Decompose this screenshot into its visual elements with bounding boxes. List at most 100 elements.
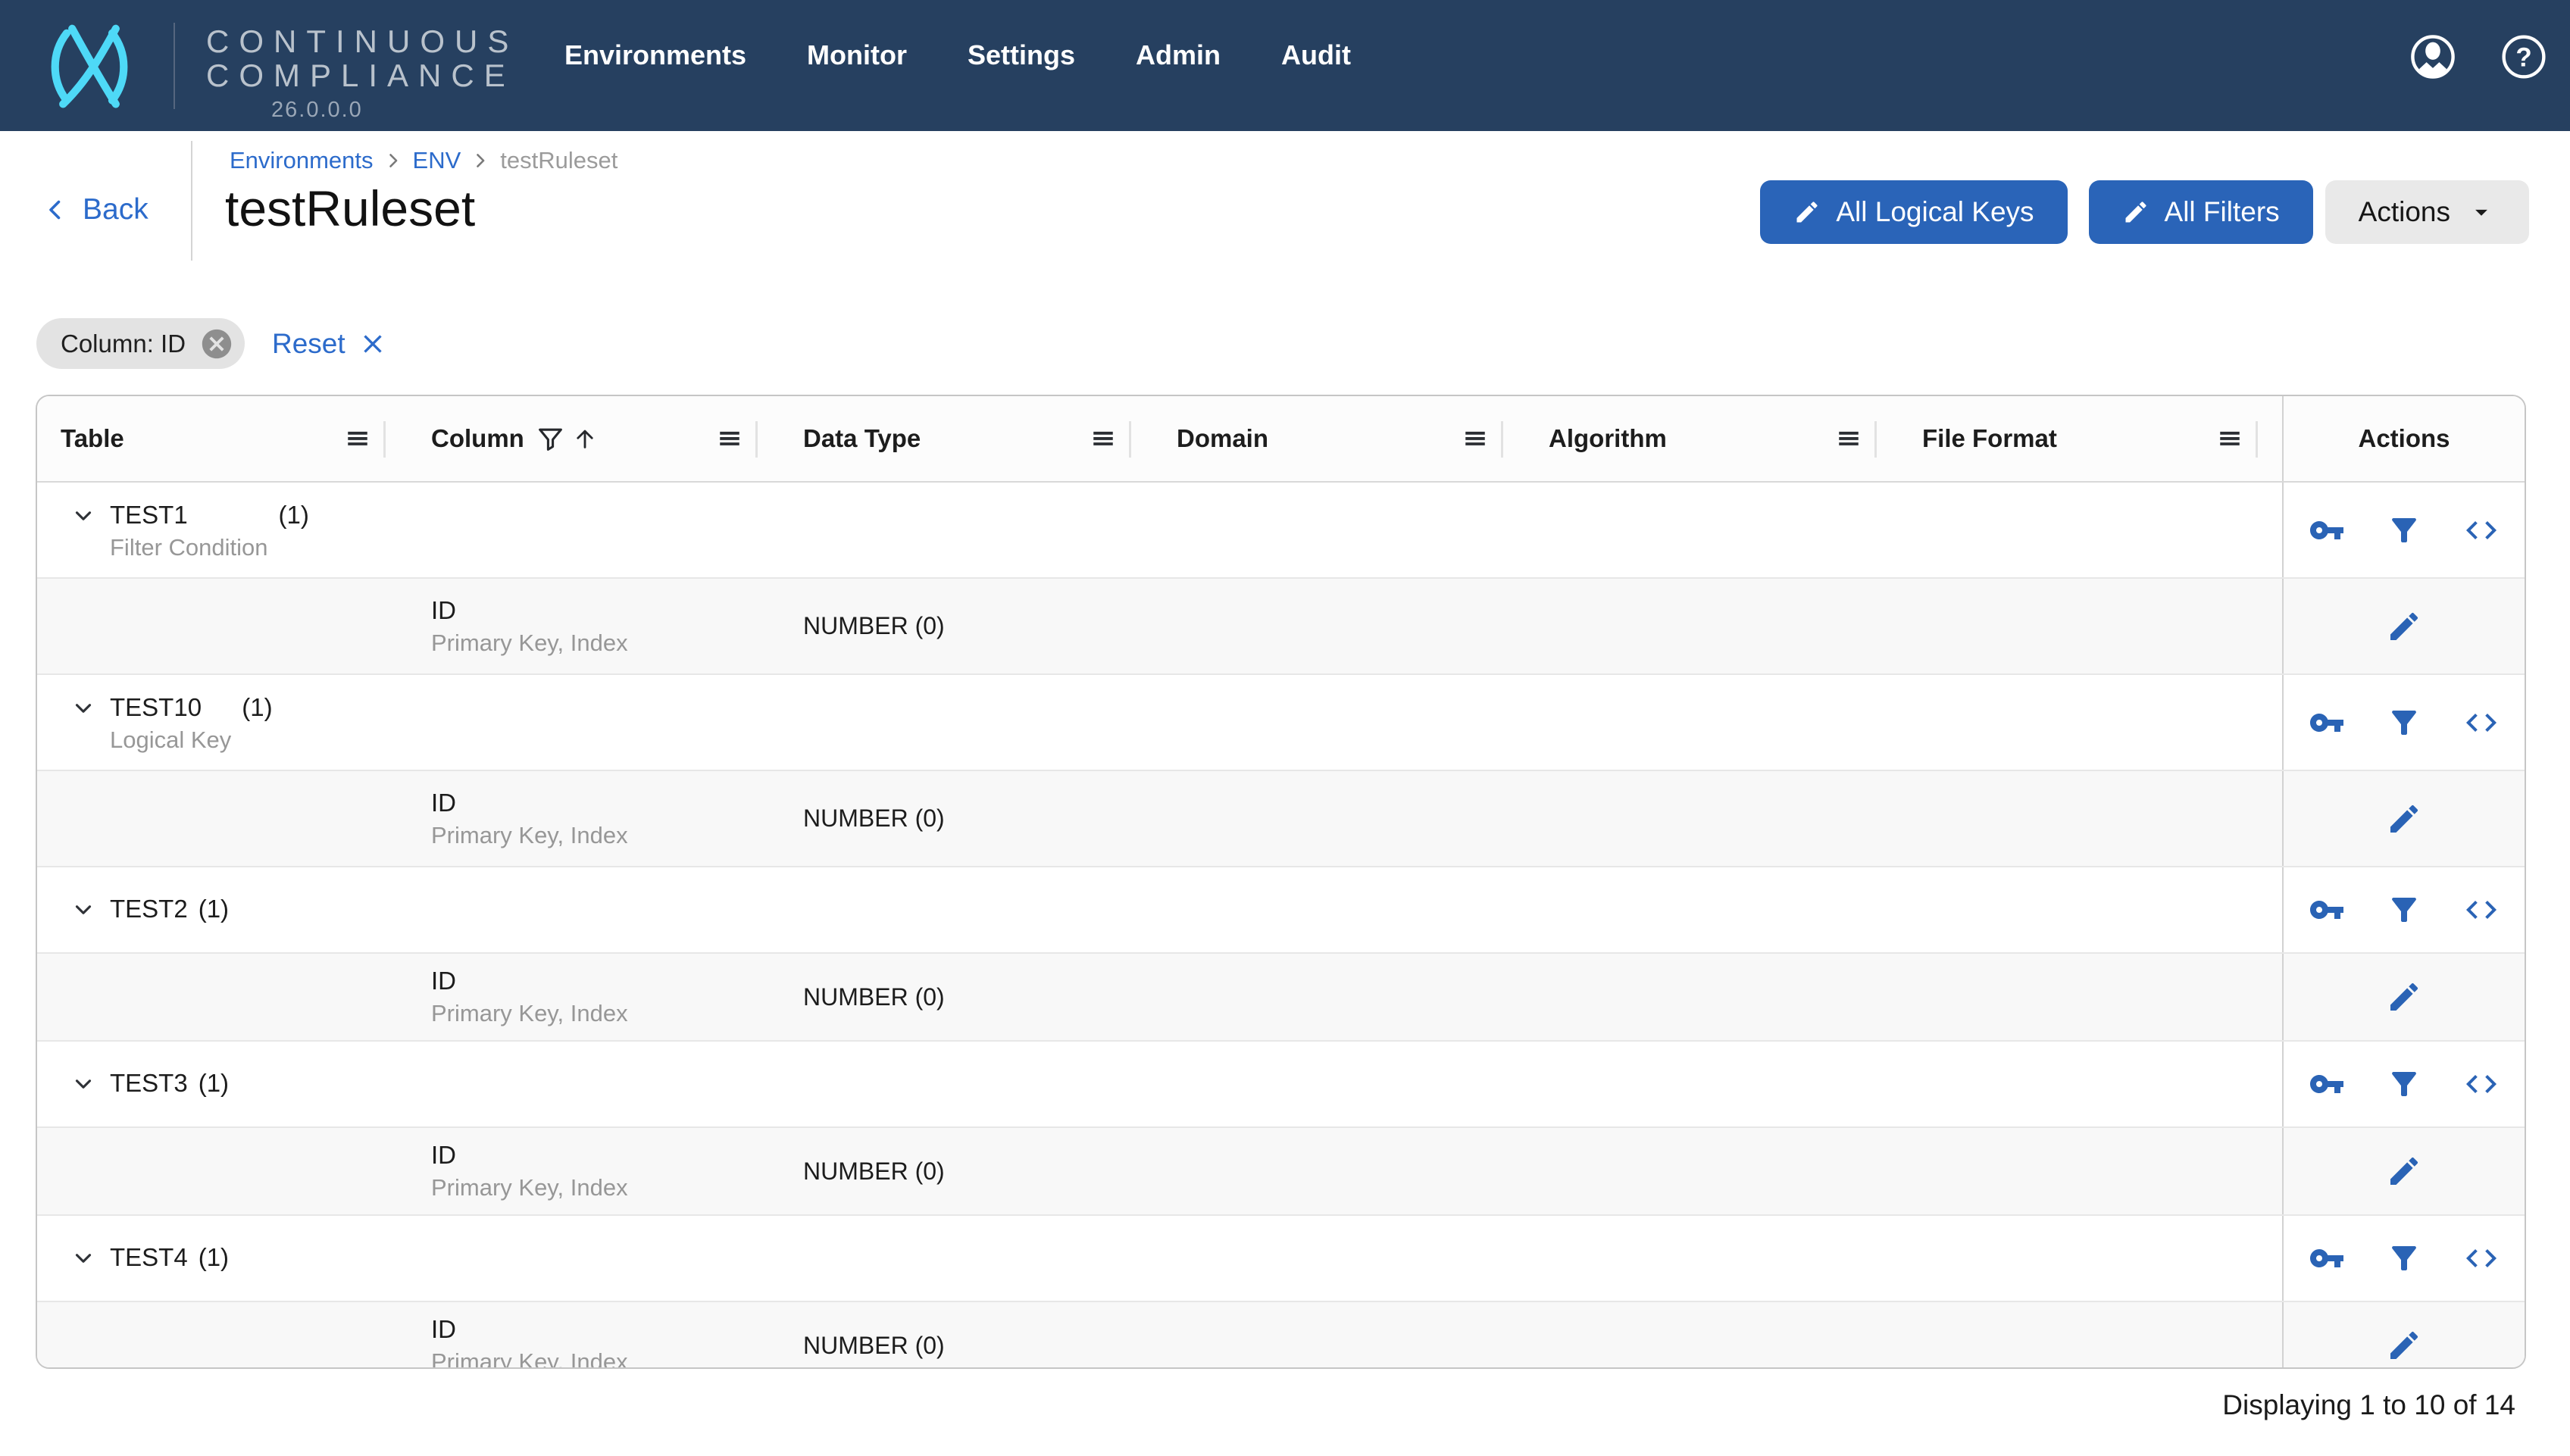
column-menu-icon[interactable] <box>1836 426 1862 451</box>
key-icon[interactable] <box>2309 705 2345 741</box>
group-name-block: TEST3 <box>110 1069 188 1098</box>
user-avatar-icon[interactable] <box>2409 33 2456 80</box>
brand-divider <box>174 23 175 109</box>
column-data-type: NUMBER (0) <box>803 1331 945 1359</box>
table-column-count: (1) <box>198 1069 230 1097</box>
column-menu-icon[interactable] <box>2217 426 2243 451</box>
all-logical-keys-button[interactable]: All Logical Keys <box>1760 180 2068 244</box>
nav-item-environments[interactable]: Environments <box>564 39 746 71</box>
edit-icon[interactable] <box>2386 979 2422 1015</box>
all-filters-button[interactable]: All Filters <box>2088 180 2313 244</box>
nav-item-audit[interactable]: Audit <box>1281 39 1351 71</box>
column-menu-icon[interactable] <box>717 426 743 451</box>
code-icon[interactable] <box>2463 705 2500 741</box>
code-icon[interactable] <box>2463 512 2500 548</box>
pencil-icon <box>1793 198 1821 226</box>
column-actions-cell <box>2282 771 2525 866</box>
column-name-cell: ID Primary Key, Index <box>410 954 782 1040</box>
column-name-cell: ID Primary Key, Index <box>410 1128 782 1214</box>
nav-item-label: Settings <box>968 39 1076 70</box>
back-button[interactable]: Back <box>42 193 149 227</box>
column-attributes: Primary Key, Index <box>431 1174 628 1201</box>
chevron-down-icon[interactable] <box>70 1245 96 1271</box>
back-chevron-icon <box>42 196 69 223</box>
nav-item-monitor[interactable]: Monitor <box>807 39 907 71</box>
code-icon[interactable] <box>2463 1240 2500 1276</box>
page-actions: All Logical Keys All Filters Actions <box>1760 180 2529 244</box>
nav-item-label: Admin <box>1136 39 1221 70</box>
header-cell-table: Table <box>37 396 410 481</box>
filter-icon[interactable] <box>2386 1066 2422 1102</box>
chevron-down-icon[interactable] <box>70 897 96 923</box>
key-icon[interactable] <box>2309 512 2345 548</box>
header-cell-data-type: Data Type <box>782 396 1155 481</box>
edit-icon[interactable] <box>2386 1327 2422 1364</box>
code-icon[interactable] <box>2463 1066 2500 1102</box>
breadcrumb-item-environments[interactable]: Environments <box>230 147 374 174</box>
edit-icon[interactable] <box>2386 801 2422 837</box>
sort-up-icon[interactable] <box>572 426 598 451</box>
group-name-block: TEST10 Logical Key <box>110 693 231 754</box>
key-icon[interactable] <box>2309 892 2345 928</box>
filter-icon[interactable] <box>2386 512 2422 548</box>
filter-chip-column-id[interactable]: Column: ID <box>36 318 245 369</box>
group-actions-cell <box>2282 675 2525 770</box>
brand-text: CONTINUOUS COMPLIANCE 26.0.0.0 <box>206 24 518 123</box>
close-icon <box>358 329 388 359</box>
group-actions-cell <box>2282 1042 2525 1126</box>
column-attributes: Primary Key, Index <box>431 629 628 656</box>
column-header-label: Actions <box>2358 424 2450 452</box>
table-column-count: (1) <box>198 895 230 923</box>
key-icon[interactable] <box>2309 1240 2345 1276</box>
chevron-down-icon[interactable] <box>70 503 96 529</box>
group-name-cell: TEST3 (1) <box>37 1042 410 1126</box>
group-name-cell: TEST4 (1) <box>37 1216 410 1301</box>
edit-icon[interactable] <box>2386 1153 2422 1189</box>
filter-chip-label: Column: ID <box>61 329 186 358</box>
filter-icon[interactable] <box>2386 1240 2422 1276</box>
actions-dropdown-button[interactable]: Actions <box>2325 180 2529 244</box>
breadcrumb-chevron-icon <box>383 150 404 171</box>
chevron-down-icon[interactable] <box>70 1071 96 1097</box>
brand-line2: COMPLIANCE <box>206 58 515 93</box>
page-title: testRuleset <box>225 180 476 236</box>
reset-filters-button[interactable]: Reset <box>272 318 388 369</box>
nav-item-admin[interactable]: Admin <box>1136 39 1221 71</box>
column-menu-icon[interactable] <box>1462 426 1488 451</box>
table-group-row: TEST1 Filter Condition (1) <box>37 483 2525 579</box>
column-menu-icon[interactable] <box>345 426 370 451</box>
breadcrumb: Environments ENV testRuleset <box>230 147 617 174</box>
group-name-block: TEST1 Filter Condition <box>110 501 267 561</box>
page-head-divider <box>191 141 192 261</box>
filter-icon[interactable] <box>2386 705 2422 741</box>
actions-label: Actions <box>2358 196 2450 227</box>
table-column-row: ID Primary Key, Index NUMBER (0) <box>37 579 2525 675</box>
table-name: TEST10 <box>110 693 202 721</box>
main-nav: Environments Monitor Settings Admin Audit <box>564 39 1351 71</box>
help-icon[interactable]: ? <box>2500 33 2547 80</box>
table-column-count: (1) <box>242 693 273 721</box>
filter-outline-icon[interactable] <box>536 425 564 453</box>
breadcrumb-item-env[interactable]: ENV <box>413 147 461 174</box>
table-column-row: ID Primary Key, Index NUMBER (0) <box>37 1128 2525 1216</box>
chevron-down-icon[interactable] <box>70 695 96 721</box>
remove-chip-icon[interactable] <box>199 327 234 361</box>
column-name: ID <box>431 595 456 624</box>
all-filters-label: All Filters <box>2164 196 2280 227</box>
table-body: TEST1 Filter Condition (1) ID Primary Key, I… <box>37 483 2525 1367</box>
all-logical-keys-label: All Logical Keys <box>1836 196 2034 227</box>
column-name: ID <box>431 788 456 817</box>
column-menu-icon[interactable] <box>1090 426 1116 451</box>
edit-icon[interactable] <box>2386 608 2422 645</box>
code-icon[interactable] <box>2463 892 2500 928</box>
filter-icon[interactable] <box>2386 892 2422 928</box>
delphix-x-icon[interactable] <box>39 20 139 112</box>
group-name-cell: TEST1 Filter Condition (1) <box>37 483 410 577</box>
svg-text:?: ? <box>2515 42 2531 72</box>
caret-down-icon <box>2467 198 2496 227</box>
key-icon[interactable] <box>2309 1066 2345 1102</box>
pencil-icon <box>2122 198 2149 226</box>
table-name: TEST1 <box>110 501 188 529</box>
nav-item-settings[interactable]: Settings <box>968 39 1075 71</box>
column-name-cell: ID Primary Key, Index <box>410 1302 782 1367</box>
